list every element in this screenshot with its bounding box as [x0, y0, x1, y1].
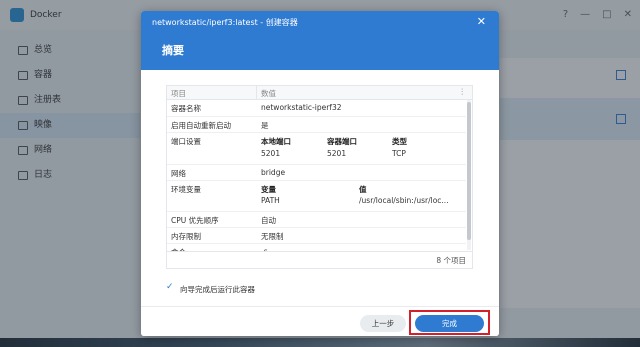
column-menu-icon[interactable]: ⋮ [459, 87, 467, 96]
dialog-footer: 上一步 完成 [141, 306, 499, 336]
table-row: 内存限制 无限制 [167, 228, 466, 244]
row-key: CPU 优先顺序 [171, 216, 219, 225]
container-port-value: 5201 [327, 149, 347, 158]
summary-table: 项目 数值 ⋮ 容器名称 networkstatic-iperf32 启用自动重… [166, 85, 473, 269]
table-footer: 8 个项目 [167, 251, 472, 268]
sub-header-container-port: 容器端口 [327, 137, 357, 146]
table-row: 容器名称 networkstatic-iperf32 [167, 100, 466, 117]
finish-button[interactable]: 完成 [415, 315, 484, 332]
sub-header-local-port: 本地端口 [261, 137, 291, 146]
env-variable-value: PATH [261, 196, 280, 205]
table-row: CPU 优先顺序 自动 [167, 212, 466, 228]
dialog-title: networkstatic/iperf3:latest - 创建容器 [152, 18, 298, 27]
table-row: 启用自动重新启动 是 [167, 117, 466, 133]
column-header-value: 数值 [261, 89, 276, 98]
create-container-dialog: networkstatic/iperf3:latest - 创建容器 ✕ 摘要 … [141, 11, 499, 336]
row-value: bridge [261, 168, 286, 177]
local-port-value: 5201 [261, 149, 281, 158]
checkmark-icon[interactable]: ✓ [166, 283, 175, 292]
close-icon[interactable]: ✕ [477, 15, 486, 28]
table-row: 网络 bridge [167, 165, 466, 181]
row-key: 网络 [171, 169, 186, 178]
table-scrollbar[interactable] [467, 100, 471, 250]
item-count: 8 个项目 [436, 256, 466, 265]
row-value: 自动 [261, 216, 276, 225]
row-key: 启用自动重新启动 [171, 121, 231, 130]
previous-button[interactable]: 上一步 [360, 315, 406, 332]
sub-header-value: 值 [359, 185, 367, 194]
row-key: 容器名称 [171, 104, 201, 113]
column-divider [256, 86, 257, 99]
row-value: networkstatic-iperf32 [261, 103, 342, 112]
row-key: 内存限制 [171, 232, 201, 241]
table-row: 环境变量 变量 值 PATH /usr/local/sbin:/usr/loc.… [167, 181, 466, 212]
row-key: 端口设置 [171, 137, 201, 146]
run-after-wizard-label: 向导完成后运行此容器 [180, 285, 255, 294]
page-heading: 摘要 [162, 44, 184, 57]
table-header: 项目 数值 ⋮ [167, 86, 472, 100]
sub-header-type: 类型 [392, 137, 407, 146]
env-path-value: /usr/local/sbin:/usr/loc... [359, 196, 449, 205]
row-value: 无限制 [261, 232, 284, 241]
dialog-header: networkstatic/iperf3:latest - 创建容器 ✕ 摘要 [141, 11, 499, 70]
row-value: 是 [261, 121, 269, 130]
port-type-value: TCP [392, 149, 406, 158]
table-body: 容器名称 networkstatic-iperf32 启用自动重新启动 是 端口… [167, 100, 466, 252]
column-header-key: 项目 [171, 89, 186, 98]
sub-header-variable: 变量 [261, 185, 276, 194]
row-key: 环境变量 [171, 185, 201, 194]
scrollbar-thumb[interactable] [467, 102, 471, 240]
table-row: 端口设置 本地端口 容器端口 类型 5201 5201 TCP [167, 133, 466, 165]
